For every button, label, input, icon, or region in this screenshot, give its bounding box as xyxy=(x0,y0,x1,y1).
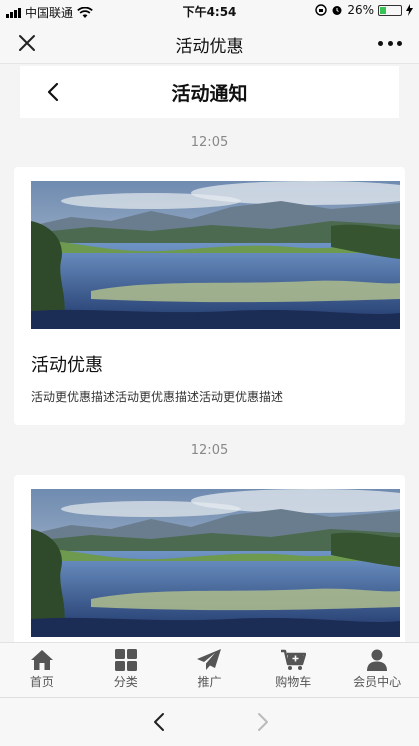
more-dots-icon[interactable] xyxy=(375,28,405,58)
bottom-tab-bar: 首页 分类 推广 购物车 会员中心 xyxy=(0,642,419,697)
tab-member-center[interactable]: 会员中心 xyxy=(335,643,419,697)
tab-label: 购物车 xyxy=(275,675,312,689)
tab-promote[interactable]: 推广 xyxy=(168,643,252,697)
grid-icon xyxy=(114,649,137,671)
rotation-lock-icon xyxy=(315,4,328,16)
message-timestamp: 12:05 xyxy=(190,135,229,150)
battery-fill xyxy=(380,6,386,14)
tab-label: 会员中心 xyxy=(353,675,402,689)
paper-plane-icon xyxy=(197,649,222,670)
tab-label: 首页 xyxy=(29,675,54,689)
battery-percent: 26% xyxy=(347,3,374,17)
message-card[interactable]: 活动优惠 活动更优惠描述活动更优惠描述活动更优惠描述 xyxy=(14,167,405,425)
lake-landscape-photo xyxy=(31,489,400,637)
battery-icon xyxy=(378,4,402,16)
tab-cart[interactable]: 购物车 xyxy=(251,643,335,697)
page-header: 活动通知 xyxy=(20,66,399,118)
home-icon xyxy=(30,650,53,670)
status-bar: 中国联通 下午4:54 26% xyxy=(0,0,419,22)
card-title: 活动优惠 xyxy=(31,355,103,376)
message-timestamp: 12:05 xyxy=(190,443,229,458)
tab-label: 推广 xyxy=(197,675,222,689)
alarm-icon xyxy=(332,6,342,15)
charging-icon xyxy=(406,4,413,16)
cart-icon xyxy=(281,649,307,670)
tab-home[interactable]: 首页 xyxy=(0,643,84,697)
status-right: 26% xyxy=(315,3,413,17)
browser-toolbar xyxy=(0,697,419,746)
user-icon xyxy=(367,649,388,671)
tab-label: 分类 xyxy=(113,675,138,689)
nav-title: 活动优惠 xyxy=(175,37,244,57)
tab-category[interactable]: 分类 xyxy=(84,643,168,697)
card-description: 活动更优惠描述活动更优惠描述活动更优惠描述 xyxy=(31,390,284,404)
message-card[interactable] xyxy=(14,475,405,655)
page-title: 活动通知 xyxy=(171,83,248,105)
wechat-nav-bar: 活动优惠 xyxy=(0,22,419,64)
chevron-right-icon[interactable] xyxy=(250,710,274,734)
chevron-left-icon[interactable] xyxy=(148,710,172,734)
lake-landscape-photo xyxy=(31,181,400,329)
